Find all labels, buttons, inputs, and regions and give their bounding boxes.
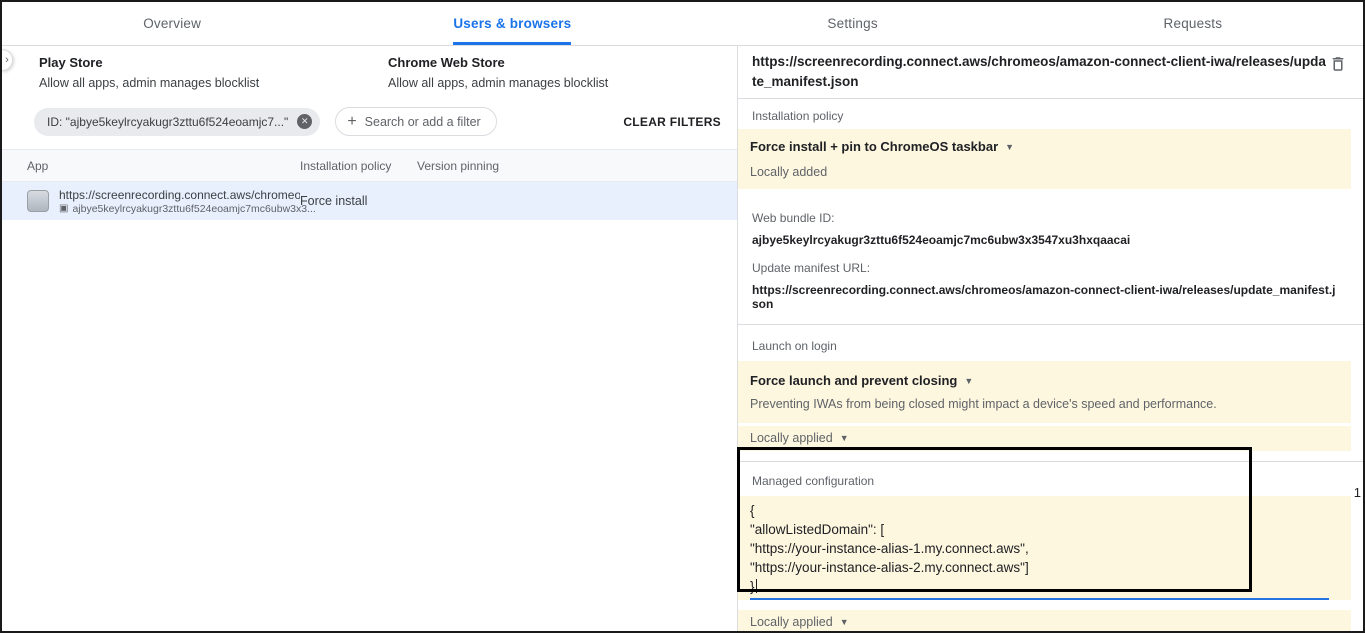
web-bundle-id-value: ajbye5keylrcyakugr3zttu6f524eoamjc7mc6ub… (752, 233, 1349, 247)
apps-list-pane: Play Store Allow all apps, admin manages… (2, 46, 737, 631)
managed-configuration-editor[interactable]: { "allowListedDomain": [ "https://your-i… (750, 501, 1329, 600)
launch-on-login-section-label: Launch on login (752, 339, 1349, 353)
app-detail-pane: https://screenrecording.connect.aws/chro… (737, 46, 1363, 631)
tab-requests[interactable]: Requests (1023, 2, 1363, 45)
tab-users-browsers[interactable]: Users & browsers (342, 2, 682, 45)
app-icon (27, 190, 49, 212)
tab-users-browsers-label: Users & browsers (453, 2, 571, 45)
app-bundle-id-row: ▣ ajbye5keylrcyakugr3zttu6f524eoamjc7mc6… (59, 203, 300, 215)
config-line: "https://your-instance-alias-2.my.connec… (750, 558, 1329, 577)
update-manifest-url-value: https://screenrecording.connect.aws/chro… (752, 283, 1349, 311)
column-header-installation-policy: Installation policy (300, 159, 417, 173)
add-filter-label: Search or add a filter (365, 115, 481, 129)
managed-configuration-status-text: Locally applied (750, 615, 833, 629)
play-store-subtitle: Allow all apps, admin manages blocklist (39, 76, 388, 90)
launch-on-login-warning: Preventing IWAs from being closed might … (750, 397, 1339, 411)
update-manifest-url-field: Update manifest URL: https://screenrecor… (752, 261, 1349, 311)
app-installation-policy: Force install (300, 194, 417, 208)
chevron-down-icon: ▼ (1005, 142, 1014, 152)
filter-bar: ID: "ajbye5keylrcyakugr3zttu6f524eoamjc7… (27, 107, 721, 136)
config-line-text: } (750, 579, 755, 594)
config-line: "allowListedDomain": [ (750, 520, 1329, 539)
managed-configuration-status[interactable]: Locally applied ▼ (738, 610, 1351, 633)
tab-requests-label: Requests (1164, 2, 1223, 45)
trash-icon (1329, 55, 1347, 73)
text-cursor (756, 579, 758, 593)
config-line: "https://your-instance-alias-1.my.connec… (750, 539, 1329, 558)
web-app-icon: ▣ (59, 204, 68, 214)
play-store-title: Play Store (39, 55, 388, 70)
app-identity: https://screenrecording.connect.aws/chro… (59, 188, 300, 215)
web-bundle-id-label: Web bundle ID: (752, 211, 1349, 225)
launch-on-login-block: Force launch and prevent closing ▼ Preve… (738, 361, 1351, 451)
update-manifest-url-label: Update manifest URL: (752, 261, 1349, 275)
tab-bar: Overview Users & browsers Settings Reque… (2, 2, 1363, 46)
web-bundle-id-field: Web bundle ID: ajbye5keylrcyakugr3zttu6f… (752, 211, 1349, 247)
installation-policy-status-text: Locally added (750, 165, 827, 179)
app-bundle-id: ajbye5keylrcyakugr3zttu6f524eoamjc7mc6ub… (72, 203, 315, 215)
tab-overview-label: Overview (143, 2, 201, 45)
side-marker: 1 (1354, 485, 1361, 500)
installation-policy-block: Force install + pin to ChromeOS taskbar … (738, 129, 1351, 189)
filter-chip-label: ID: "ajbye5keylrcyakugr3zttu6f524eoamjc7… (47, 115, 288, 129)
remove-filter-icon[interactable]: ✕ (297, 114, 312, 129)
divider (738, 461, 1363, 462)
clear-filters-button[interactable]: CLEAR FILTERS (623, 115, 721, 129)
installation-policy-section-label: Installation policy (752, 109, 1349, 123)
detail-header: https://screenrecording.connect.aws/chro… (738, 46, 1363, 99)
chevron-down-icon: ▼ (964, 376, 973, 386)
app-cell: https://screenrecording.connect.aws/chro… (2, 188, 300, 215)
chrome-web-store-subtitle: Allow all apps, admin manages blocklist (388, 76, 737, 90)
managed-configuration-block: { "allowListedDomain": [ "https://your-i… (738, 496, 1351, 600)
add-filter-button[interactable]: + Search or add a filter (335, 107, 496, 136)
play-store-policy: Play Store Allow all apps, admin manages… (39, 55, 388, 90)
app-url: https://screenrecording.connect.aws/chro… (59, 188, 300, 202)
config-line-last: } (750, 577, 1329, 596)
launch-on-login-status-text: Locally applied (750, 431, 833, 445)
divider (738, 324, 1363, 325)
filter-chip-id[interactable]: ID: "ajbye5keylrcyakugr3zttu6f524eoamjc7… (34, 108, 320, 136)
chevron-down-icon: ▼ (840, 617, 849, 627)
installation-policy-status: Locally added (750, 165, 1339, 179)
launch-on-login-value: Force launch and prevent closing (750, 373, 957, 388)
chevron-down-icon: ▼ (840, 433, 849, 443)
chrome-apps-extensions-page: Overview Users & browsers Settings Reque… (0, 0, 1365, 633)
launch-on-login-dropdown[interactable]: Force launch and prevent closing ▼ (750, 373, 1339, 388)
launch-on-login-status[interactable]: Locally applied ▼ (738, 423, 1351, 451)
tab-settings[interactable]: Settings (683, 2, 1023, 45)
app-table-row[interactable]: https://screenrecording.connect.aws/chro… (2, 182, 737, 220)
managed-configuration-section-label: Managed configuration (752, 474, 1349, 488)
installation-policy-dropdown[interactable]: Force install + pin to ChromeOS taskbar … (750, 139, 1339, 154)
tab-overview[interactable]: Overview (2, 2, 342, 45)
config-line: { (750, 501, 1329, 520)
store-policy-summary: Play Store Allow all apps, admin manages… (2, 46, 737, 90)
chrome-web-store-title: Chrome Web Store (388, 55, 737, 70)
plus-icon: + (347, 114, 356, 130)
delete-app-button[interactable] (1329, 52, 1347, 78)
apps-table-header: App Installation policy Version pinning (2, 149, 737, 182)
tab-settings-label: Settings (827, 2, 877, 45)
installation-policy-value: Force install + pin to ChromeOS taskbar (750, 139, 998, 154)
column-header-version-pinning: Version pinning (417, 159, 737, 173)
chrome-web-store-policy: Chrome Web Store Allow all apps, admin m… (388, 55, 737, 90)
column-header-app: App (2, 159, 300, 173)
launch-on-login-top: Force launch and prevent closing ▼ Preve… (738, 361, 1351, 423)
detail-title: https://screenrecording.connect.aws/chro… (752, 52, 1327, 92)
